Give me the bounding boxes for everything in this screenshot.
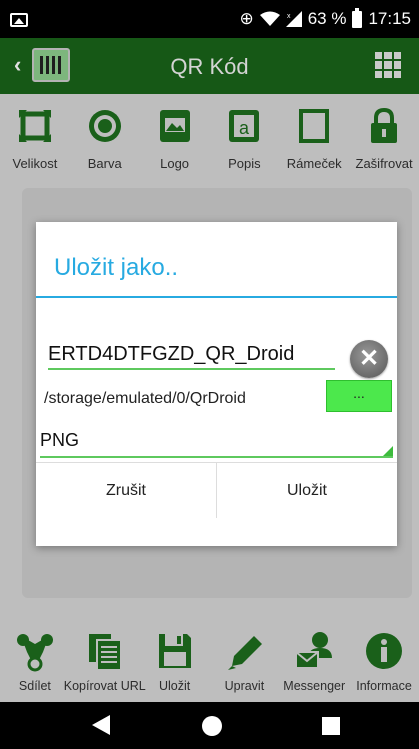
clock: 17:15: [368, 9, 411, 28]
signal-icon: x: [285, 11, 302, 27]
save-path: /storage/emulated/0/QrDroid: [44, 390, 246, 407]
filename-input[interactable]: [48, 340, 335, 370]
clear-filename-icon[interactable]: ✕: [350, 340, 388, 378]
dialog-title-divider: [36, 296, 397, 298]
battery-icon: [352, 7, 363, 28]
dropdown-corner-icon: [383, 446, 393, 456]
format-select-value: PNG: [40, 430, 80, 450]
battery-percent: 63 %: [307, 9, 347, 28]
svg-text:x: x: [287, 13, 291, 20]
nav-recents-icon[interactable]: [322, 717, 340, 735]
wifi-icon: [259, 11, 280, 26]
status-icons: ⊕ x 63 % 17:15: [239, 7, 411, 29]
cancel-button[interactable]: Zrušit: [36, 463, 216, 518]
system-nav-bar: [0, 702, 419, 749]
nav-home-icon[interactable]: [202, 716, 222, 736]
image-icon: [10, 13, 28, 27]
nav-back-icon[interactable]: [92, 715, 110, 735]
save-as-dialog: Uložit jako.. ✕ /storage/emulated/0/QrDr…: [36, 222, 397, 546]
dialog-buttons: Zrušit Uložit: [36, 462, 397, 518]
save-button[interactable]: Uložit: [216, 463, 397, 518]
browse-folder-button[interactable]: ...: [326, 380, 392, 412]
dialog-title: Uložit jako..: [54, 254, 179, 281]
status-bar: ⊕ x 63 % 17:15: [0, 0, 419, 38]
data-saver-icon: ⊕: [239, 9, 254, 28]
format-select[interactable]: PNG: [40, 428, 393, 458]
